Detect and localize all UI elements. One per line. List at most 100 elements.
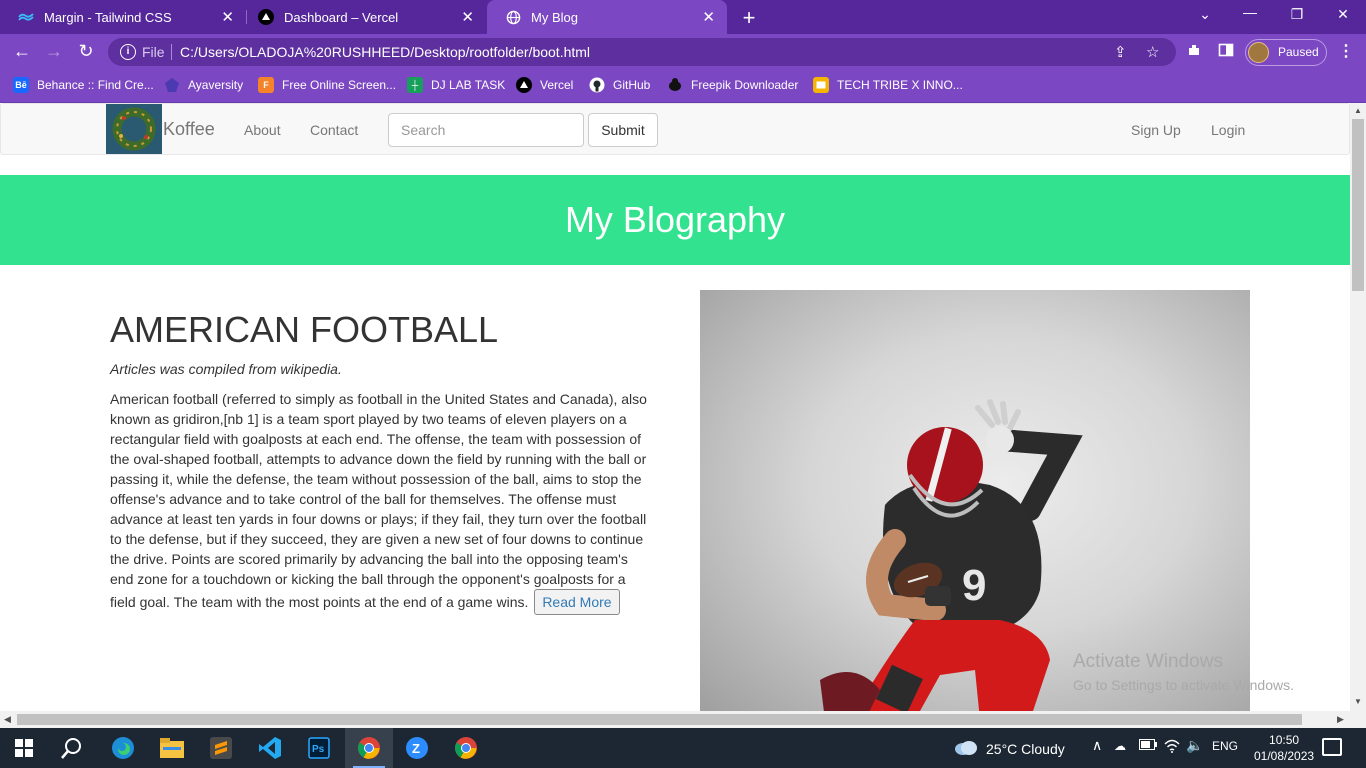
profile-button[interactable]: Paused [1245,39,1327,66]
url-text[interactable]: C:/Users/OLADOJA%20RUSHHEED/Desktop/root… [180,44,590,60]
close-tab-icon[interactable]: ✕ [461,8,474,26]
bookmark-ayaversity[interactable]: Ayaversity [164,77,243,93]
nav-about[interactable]: About [244,122,281,138]
minimize-icon[interactable]: — [1240,4,1260,20]
extensions-icon[interactable] [1186,42,1202,63]
new-tab-icon[interactable]: + [738,5,760,31]
scroll-left-icon[interactable]: ◀ [4,714,11,725]
share-icon[interactable]: ⇪ [1114,43,1127,61]
bookmark-label: Behance :: Find Cre... [37,78,154,92]
bookmark-screen-recorder[interactable]: F Free Online Screen... [258,77,396,93]
article-body: American football (referred to simply as… [110,389,655,615]
tab-title: Margin - Tailwind CSS [44,9,172,25]
clock-date: 01/08/2023 [1254,749,1315,763]
scroll-down-icon[interactable]: ▼ [1354,697,1362,706]
profile-status: Paused [1278,45,1319,59]
bookmark-github[interactable]: GitHub [589,77,650,93]
file-explorer-icon[interactable] [158,734,186,762]
restore-icon[interactable]: ❐ [1287,6,1307,23]
bookmark-label: DJ LAB TASK [431,78,506,92]
activate-windows-watermark: Activate Windows Go to Settings to activ… [1073,651,1294,693]
clock-time: 10:50 [1269,733,1300,747]
tab-search-icon[interactable]: ⌄ [1195,6,1215,23]
vertical-scroll-thumb[interactable] [1352,119,1364,291]
cloud-icon [954,739,978,758]
watermark-title: Activate Windows [1073,651,1223,672]
bookmark-star-icon[interactable]: ☆ [1146,43,1159,61]
bookmark-label: Vercel [540,78,574,92]
sublime-text-icon[interactable] [207,734,235,762]
chrome-profile-icon[interactable] [452,734,480,762]
tab-title: My Blog [531,9,578,25]
chrome-icon[interactable] [355,734,383,762]
side-panel-icon[interactable] [1218,42,1234,63]
close-window-icon[interactable]: ✕ [1333,6,1353,23]
edge-icon[interactable] [109,734,137,762]
tray-chevron-icon[interactable]: ∧ [1092,737,1102,754]
nav-contact[interactable]: Contact [310,122,358,138]
sheets-icon: ┼ [407,77,423,93]
svg-text:Ps: Ps [312,744,325,755]
weather-widget[interactable]: 25°C Cloudy [954,739,1065,758]
bookmark-behance[interactable]: Bē Behance :: Find Cre... [13,77,154,93]
forward-icon[interactable]: → [43,41,65,62]
tailwind-icon [18,9,34,25]
info-icon[interactable]: i [120,44,136,60]
vscode-icon[interactable] [256,734,284,762]
url-scheme-label: File [142,44,165,60]
watermark-subtitle: Go to Settings to activate Windows. [1073,677,1294,693]
read-more-button[interactable]: Read More [534,589,620,615]
scroll-right-icon[interactable]: ▶ [1337,714,1344,725]
address-divider [171,44,172,60]
wreath-logo[interactable] [106,104,162,154]
tab-tailwind[interactable]: Margin - Tailwind CSS ✕ [0,0,246,34]
battery-icon[interactable] [1139,739,1157,753]
behance-icon: Bē [13,77,29,93]
zoom-icon[interactable]: Z [403,734,431,762]
page-viewport: Koffee About Contact Submit Sign Up Logi… [0,103,1350,711]
notifications-icon[interactable] [1322,738,1342,756]
bookmark-freepik[interactable]: Freepik Downloader [667,77,798,93]
vercel-icon [258,9,274,25]
github-icon [589,77,605,93]
photoshop-icon[interactable]: Ps [305,734,333,762]
taskbar-clock[interactable]: 10:50 01/08/2023 [1254,732,1314,764]
vercel-icon [516,77,532,93]
tab-title: Dashboard – Vercel [284,9,399,25]
site-navbar: Koffee About Contact Submit Sign Up Logi… [0,103,1350,155]
search-input[interactable] [388,113,584,147]
jersey-number: 9 [962,561,986,610]
submit-button[interactable]: Submit [588,113,658,147]
close-tab-icon[interactable]: ✕ [221,8,234,26]
onedrive-icon[interactable]: ☁ [1114,739,1126,753]
horizontal-scroll-thumb[interactable] [17,714,1302,725]
ayaversity-icon [164,77,180,93]
scroll-up-icon[interactable]: ▲ [1354,106,1362,115]
tab-my-blog[interactable]: My Blog ✕ [487,0,727,34]
avatar [1248,42,1269,63]
weather-text: 25°C Cloudy [986,740,1065,757]
close-tab-icon[interactable]: ✕ [702,8,715,26]
back-icon[interactable]: ← [11,41,33,62]
volume-icon[interactable]: 🔈 [1186,737,1203,754]
browser-tab-bar: Margin - Tailwind CSS ✕ Dashboard – Verc… [0,0,1366,34]
windows-taskbar: Ps Z 25°C Cloudy ∧ ☁ 🔈 ENG 10:50 01/08/2… [0,728,1366,768]
reload-icon[interactable]: ↻ [75,41,97,62]
vertical-scrollbar[interactable]: ▲ ▼ [1350,103,1366,711]
tab-vercel[interactable]: Dashboard – Vercel ✕ [240,0,486,34]
windows-start-icon[interactable] [10,734,38,762]
brand-name[interactable]: Koffee [163,119,215,140]
nav-login[interactable]: Login [1211,122,1245,138]
freepik-icon [667,77,683,93]
horizontal-scrollbar[interactable]: ◀ ▶ [0,711,1366,728]
search-icon[interactable] [58,734,86,762]
menu-kebab-icon[interactable]: ⋮ [1338,41,1354,61]
bookmark-label: GitHub [613,78,651,92]
nav-signup[interactable]: Sign Up [1131,122,1181,138]
wifi-icon[interactable] [1164,739,1180,756]
bookmark-dj-lab-task[interactable]: ┼ DJ LAB TASK [407,77,505,93]
bookmark-vercel[interactable]: Vercel [516,77,573,93]
bookmark-tech-tribe[interactable]: TECH TRIBE X INNO... [813,77,963,93]
address-bar[interactable]: i File C:/Users/OLADOJA%20RUSHHEED/Deskt… [108,38,1176,66]
language-indicator[interactable]: ENG [1212,739,1238,753]
